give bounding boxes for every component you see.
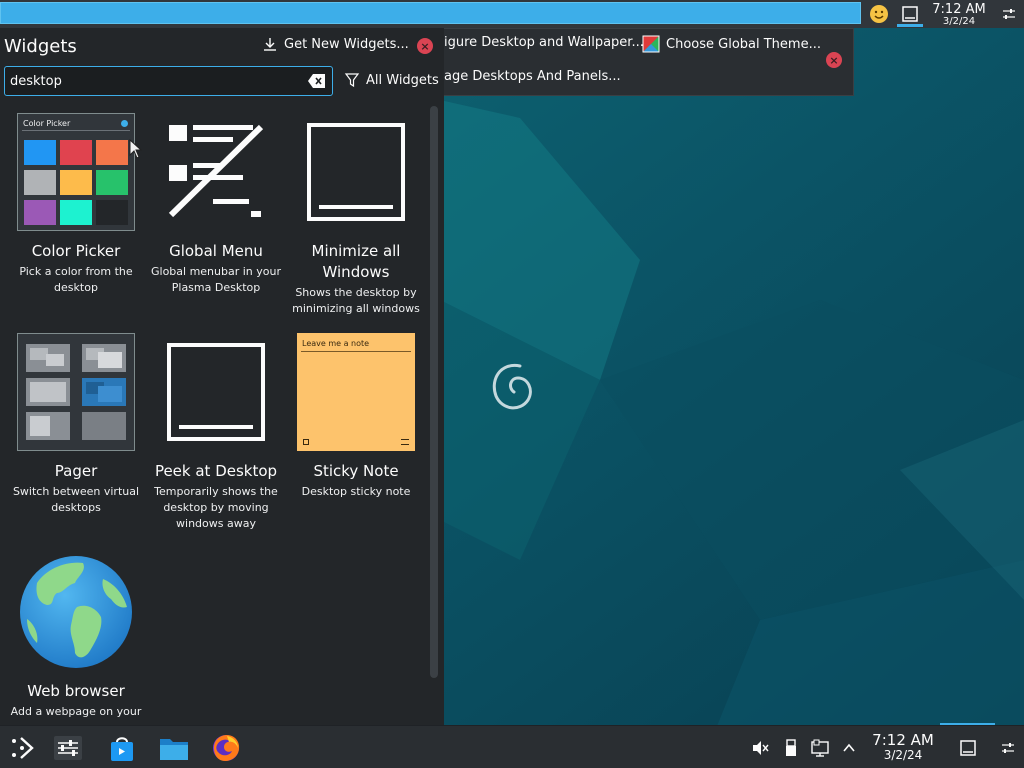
panel-title: Widgets	[4, 36, 77, 57]
widget-description: Desktop sticky note	[301, 485, 411, 498]
panel-settings-icon[interactable]	[996, 3, 1022, 25]
active-indicator	[897, 24, 923, 27]
mouse-cursor-icon	[129, 139, 143, 159]
color-picker-preview-title: Color Picker	[23, 119, 71, 128]
application-launcher-icon[interactable]	[6, 732, 38, 764]
clock-date: 3/2/24	[942, 16, 976, 27]
widget-card-sticky-note[interactable]: Leave me a note Sticky Note Desktop stic…	[286, 333, 426, 500]
panel-edit-highlight[interactable]	[0, 2, 861, 24]
widget-description: Switch between virtual desktops	[12, 485, 140, 514]
top-clock[interactable]: 7:12 AM 3/2/24	[928, 3, 990, 27]
configure-desktop-button[interactable]: igure Desktop and Wallpaper...	[444, 35, 644, 50]
taskbar: 7:12 AM 3/2/24	[0, 725, 1024, 768]
widget-name: Pager	[54, 462, 98, 480]
pager-icon	[17, 333, 135, 451]
get-new-widgets-label: Get New Widgets...	[284, 36, 409, 52]
filter-label: All Widgets	[366, 72, 439, 88]
clock-time: 7:12 AM	[932, 2, 986, 17]
widget-list-scrollbar[interactable]	[430, 106, 438, 678]
close-panel-icon[interactable]: ×	[417, 38, 433, 54]
color-swatch	[60, 200, 92, 225]
panel-settings-icon[interactable]	[992, 732, 1024, 764]
system-settings-icon[interactable]	[52, 732, 84, 764]
close-toolbox-icon[interactable]: ×	[826, 52, 842, 68]
network-icon[interactable]	[804, 732, 836, 764]
widget-card-pager[interactable]: Pager Switch between virtual desktops	[6, 333, 146, 516]
widget-description: Shows the desktop by minimizing all wind…	[292, 286, 420, 315]
manage-desktops-label: age Desktops And Panels...	[444, 69, 621, 84]
peek-desktop-icon	[157, 333, 275, 451]
color-swatch	[24, 140, 56, 165]
minimize-all-icon	[297, 113, 415, 231]
widget-card-web-browser[interactable]: Web browser Add a webpage on your	[6, 553, 146, 720]
widget-description: Pick a color from the desktop	[19, 265, 133, 294]
firefox-icon[interactable]	[210, 732, 242, 764]
manage-desktops-button[interactable]: age Desktops And Panels...	[444, 69, 621, 84]
sticky-note-icon: Leave me a note	[297, 333, 415, 451]
search-input[interactable]	[10, 71, 300, 91]
color-swatch	[96, 140, 128, 165]
filter-icon	[344, 73, 360, 88]
global-menu-icon	[157, 113, 275, 231]
removable-device-icon[interactable]	[775, 732, 807, 764]
volume-muted-icon[interactable]	[744, 732, 776, 764]
top-panel: 7:12 AM 3/2/24	[0, 0, 1024, 28]
get-new-widgets-button[interactable]: Get New Widgets...	[262, 36, 409, 52]
widget-name: Color Picker	[31, 242, 121, 260]
sticky-note-preview-text: Leave me a note	[302, 339, 370, 348]
color-swatch	[96, 200, 128, 225]
clear-search-icon[interactable]	[308, 73, 326, 89]
widget-card-global-menu[interactable]: Global Menu Global menubar in your Plasm…	[146, 113, 286, 296]
choose-global-theme-button[interactable]: Choose Global Theme...	[642, 35, 821, 53]
color-swatch	[24, 170, 56, 195]
widget-name: Peek at Desktop	[154, 462, 278, 480]
widget-description: Global menubar in your Plasma Desktop	[150, 265, 281, 294]
show-desktop-icon[interactable]	[952, 732, 984, 764]
widget-card-peek-desktop[interactable]: Peek at Desktop Temporarily shows the de…	[146, 333, 286, 532]
color-swatch	[60, 140, 92, 165]
emoji-icon[interactable]	[866, 3, 892, 25]
widget-description: Temporarily shows the desktop by moving …	[154, 485, 278, 530]
taskbar-clock[interactable]: 7:12 AM 3/2/24	[866, 731, 940, 762]
globe-icon	[17, 553, 135, 671]
discover-store-icon[interactable]	[106, 732, 138, 764]
widget-name: Minimize all Windows	[311, 242, 401, 281]
widget-name: Global Menu	[169, 242, 263, 260]
download-icon	[264, 38, 276, 51]
widget-card-minimize-all[interactable]: Minimize all Windows Shows the desktop b…	[286, 113, 426, 317]
desktop-toolbox: igure Desktop and Wallpaper... Choose Gl…	[432, 28, 854, 96]
widget-grid: Color Picker Color Picker Pick a color f…	[0, 110, 430, 722]
color-swatch	[96, 170, 128, 195]
clock-date: 3/2/24	[883, 748, 923, 762]
expand-tray-icon[interactable]	[833, 732, 865, 764]
color-picker-icon: Color Picker	[17, 113, 135, 231]
show-desktop-icon[interactable]	[897, 3, 923, 25]
widget-card-color-picker[interactable]: Color Picker Color Picker Pick a color f…	[6, 113, 146, 296]
search-field[interactable]	[4, 66, 333, 96]
global-theme-icon	[642, 35, 660, 53]
color-swatch	[60, 170, 92, 195]
widget-name: Web browser	[27, 682, 125, 700]
configure-desktop-label: igure Desktop and Wallpaper...	[444, 35, 644, 50]
widget-filter-button[interactable]: All Widgets	[344, 72, 439, 88]
file-manager-icon[interactable]	[158, 732, 190, 764]
color-swatch	[24, 200, 56, 225]
widget-name: Sticky Note	[313, 462, 399, 480]
clock-time: 7:12 AM	[872, 731, 934, 749]
widget-description: Add a webpage on your	[10, 705, 142, 718]
widgets-panel: Widgets Get New Widgets... × All Widgets…	[0, 28, 444, 725]
global-theme-label: Choose Global Theme...	[666, 36, 821, 52]
